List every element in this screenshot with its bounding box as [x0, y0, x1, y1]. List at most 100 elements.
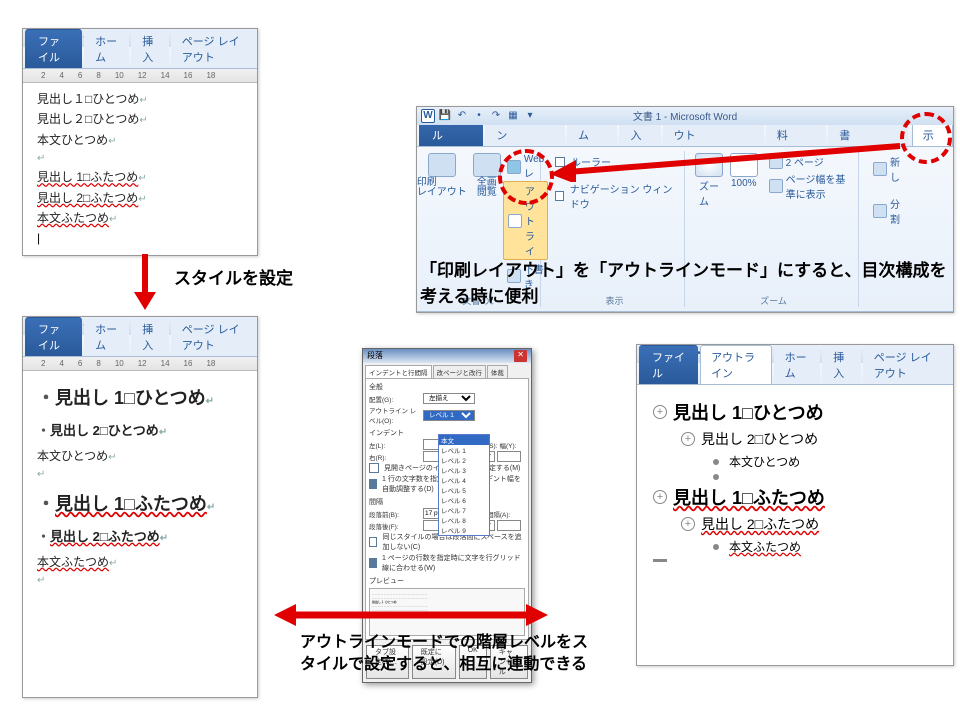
expand-icon[interactable]: + — [681, 432, 695, 446]
dialog-titlebar: 段落 ✕ — [363, 349, 531, 363]
line-h2b: 見出し 2□ふたつめ↵ — [37, 526, 247, 548]
tab-insert[interactable]: 挿入 — [131, 317, 169, 356]
tab-home[interactable]: ホーム — [84, 317, 129, 356]
checkbox-icon[interactable] — [369, 558, 377, 568]
dropdown-option[interactable]: レベル 2 — [439, 455, 489, 465]
outline-level-select[interactable]: レベル 1 — [423, 410, 475, 421]
outline-row-h1b[interactable]: + 見出し 1□ふたつめ — [653, 484, 937, 510]
checkbox-icon[interactable] — [369, 463, 379, 473]
full-read-icon[interactable] — [473, 153, 501, 177]
line-bb: 本文ふたつめ↵ — [37, 208, 247, 228]
document-body-plain[interactable]: 見出し１□ひとつめ↵ 見出し２□ひとつめ↵ 本文ひとつめ↵ ↵ 見出し 1□ふた… — [23, 83, 257, 255]
web-icon — [507, 160, 521, 174]
caret: | — [37, 228, 247, 248]
tab-file[interactable]: ファイル — [25, 317, 82, 356]
ribbon-tabs: ファイル ホーム 挿入 ページ レイアウト — [23, 47, 257, 69]
dropdown-option[interactable]: レベル 1 — [439, 445, 489, 455]
save-icon[interactable]: 💾 — [438, 109, 452, 123]
checkbox-icon[interactable] — [369, 479, 377, 489]
tab-indent-spacing[interactable]: インデントと行間隔 — [365, 365, 432, 378]
outline-text: 見出し 1□ひとつめ — [673, 399, 824, 425]
print-layout-icon[interactable] — [428, 153, 456, 177]
collapse-icon[interactable] — [653, 559, 667, 562]
at-label: 間隔(A): — [487, 509, 510, 519]
checkbox-icon — [555, 191, 564, 201]
level-label: アウトライン レベル(O): — [369, 405, 421, 425]
body-dot-icon — [713, 544, 719, 550]
dropdown-option[interactable]: 本文 — [439, 435, 489, 445]
tab-file[interactable]: ファイル — [25, 29, 82, 68]
split-button[interactable]: 分割 — [869, 195, 909, 227]
outline-row-h2a[interactable]: + 見出し 2□ひとつめ — [681, 429, 937, 449]
tab-asian[interactable]: 体裁 — [487, 365, 508, 378]
after-label: 段落後(F): — [369, 521, 421, 531]
outline-text: 本文ふたつめ — [729, 538, 801, 555]
redo-icon[interactable]: ↷ — [489, 109, 503, 123]
annot-set-style: スタイルを設定 — [174, 264, 293, 289]
outline-row-end[interactable] — [653, 559, 937, 562]
width-input[interactable] — [497, 451, 521, 462]
customize-qat-icon[interactable]: ▾ — [523, 109, 537, 123]
section-general: 全般 — [369, 382, 525, 392]
outline-row-bb[interactable]: 本文ふたつめ — [709, 538, 937, 555]
line-h2a: 見出し 2□ひとつめ↵ — [37, 420, 247, 442]
align-select[interactable]: 左揃え — [423, 393, 475, 404]
outline-level-dropdown[interactable]: 本文 レベル 1 レベル 2 レベル 3 レベル 4 レベル 5 レベル 6 レ… — [438, 434, 490, 536]
dropdown-option[interactable]: レベル 3 — [439, 465, 489, 475]
dropdown-option[interactable]: レベル 6 — [439, 495, 489, 505]
tab-insert[interactable]: 挿入 — [822, 345, 861, 384]
tab-outline[interactable]: アウトライン — [700, 345, 772, 384]
document-body-styled[interactable]: 見出し 1□ひとつめ↵ 見出し 2□ひとつめ↵ 本文ひとつめ↵ ↵ 見出し 1□… — [23, 371, 257, 595]
document-body-outline[interactable]: + 見出し 1□ひとつめ + 見出し 2□ひとつめ 本文ひとつめ + 見出し 1… — [637, 385, 953, 576]
outline-row-empty[interactable] — [709, 474, 937, 480]
tab-pagelayout[interactable]: ページ レイアウト — [171, 29, 257, 68]
outline-row-h2b[interactable]: + 見出し 2□ふたつめ — [681, 514, 937, 534]
word-panel-plain: W 💾 ↶ • ↷ ▦ ▾ ファイル ホーム 挿入 ページ レイアウト 2468… — [22, 28, 258, 256]
ruler: 24681012141618 — [23, 69, 257, 83]
dropdown-option[interactable]: レベル 7 — [439, 505, 489, 515]
full-read-button[interactable]: 全画 閲覧 — [473, 177, 501, 199]
expand-icon[interactable]: + — [681, 517, 695, 531]
outline-view-button[interactable]: アウトライ — [503, 181, 548, 260]
empty-para: ↵ — [37, 466, 247, 483]
annot-outline-explain: 「印刷レイアウト」を「アウトラインモード」にすると、目次構成を考える時に便利 — [420, 258, 950, 309]
print-layout-button[interactable]: 印刷 レイアウト — [413, 177, 471, 199]
tab-insert[interactable]: 挿入 — [131, 29, 169, 68]
annot-link-explain: アウトラインモードでの階層レベルをスタイルで設定すると、相互に連動できる — [300, 632, 590, 677]
body-dot-icon — [713, 474, 719, 480]
outline-row-h1a[interactable]: + 見出し 1□ひとつめ — [653, 399, 937, 425]
titlebar: W 💾 ↶ • ↷ ▦ ▾ 文書 1 - Microsoft Word — [417, 107, 953, 125]
word-panel-outline: W 💾 ↶ • ↷ ▦ ▾ ファイル アウトライン ホーム 挿入 ページ レイア… — [636, 344, 954, 666]
tab-line-page[interactable]: 改ページと改行 — [433, 365, 486, 378]
split-icon — [873, 204, 887, 218]
outline-row-ba[interactable]: 本文ひとつめ — [709, 453, 937, 470]
close-icon[interactable]: ✕ — [514, 350, 527, 362]
dropdown-option[interactable]: レベル 8 — [439, 515, 489, 525]
dropdown-option[interactable]: レベル 5 — [439, 485, 489, 495]
empty-para: ↵ — [37, 572, 247, 589]
quick-print-icon[interactable]: ▦ — [506, 109, 520, 123]
tab-home[interactable]: ホーム — [774, 345, 821, 384]
expand-icon[interactable]: + — [653, 490, 667, 504]
tab-home[interactable]: ホーム — [84, 29, 129, 68]
outline-text: 本文ひとつめ — [729, 453, 800, 470]
left-label: 左(L): — [369, 440, 421, 450]
dropdown-option[interactable]: レベル 9 — [439, 525, 489, 535]
line-h1a: 見出し１□ひとつめ↵ — [37, 89, 247, 109]
at-input[interactable] — [497, 520, 521, 531]
navpane-checkbox[interactable]: ナビゲーション ウィンドウ — [551, 180, 678, 212]
empty-para: ↵ — [37, 150, 247, 167]
undo-icon[interactable]: ↶ — [455, 109, 469, 123]
tab-pagelayout[interactable]: ページ レイアウト — [171, 317, 257, 356]
web-layout-button[interactable]: Web レ — [503, 153, 548, 181]
dropdown-option[interactable]: レベル 4 — [439, 475, 489, 485]
tab-pagelayout[interactable]: ページ レイアウト — [863, 345, 953, 384]
expand-icon[interactable]: + — [653, 405, 667, 419]
tab-file[interactable]: ファイル — [639, 345, 698, 384]
arrow-down-icon — [130, 252, 160, 312]
arrow-double-icon — [272, 600, 550, 630]
checkbox-icon[interactable] — [369, 537, 377, 547]
dialog-title: 段落 — [367, 350, 383, 362]
word-logo-icon: W — [421, 109, 435, 123]
body-dot-icon — [713, 459, 719, 465]
